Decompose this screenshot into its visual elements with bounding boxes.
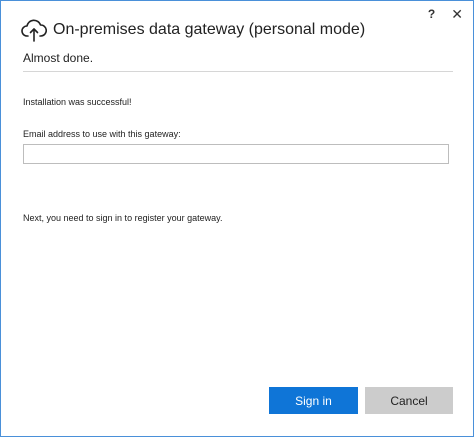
header: On-premises data gateway (personal mode) (21, 17, 365, 43)
installation-status: Installation was successful! (23, 97, 132, 107)
header-divider (23, 71, 453, 72)
email-label: Email address to use with this gateway: (23, 129, 181, 139)
help-button[interactable]: ? (428, 7, 435, 21)
installer-window: ? ✕ On-premises data gateway (personal m… (0, 0, 474, 437)
next-step-text: Next, you need to sign in to register yo… (23, 213, 223, 223)
page-subtitle: Almost done. (23, 51, 94, 65)
close-button[interactable]: ✕ (451, 7, 463, 21)
window-title: On-premises data gateway (personal mode) (53, 21, 366, 38)
title-controls: ? ✕ (428, 7, 463, 21)
sign-in-button[interactable]: Sign in (269, 387, 358, 414)
email-field[interactable] (23, 144, 449, 164)
cancel-button[interactable]: Cancel (365, 387, 453, 414)
cloud-upload-icon (21, 19, 47, 42)
